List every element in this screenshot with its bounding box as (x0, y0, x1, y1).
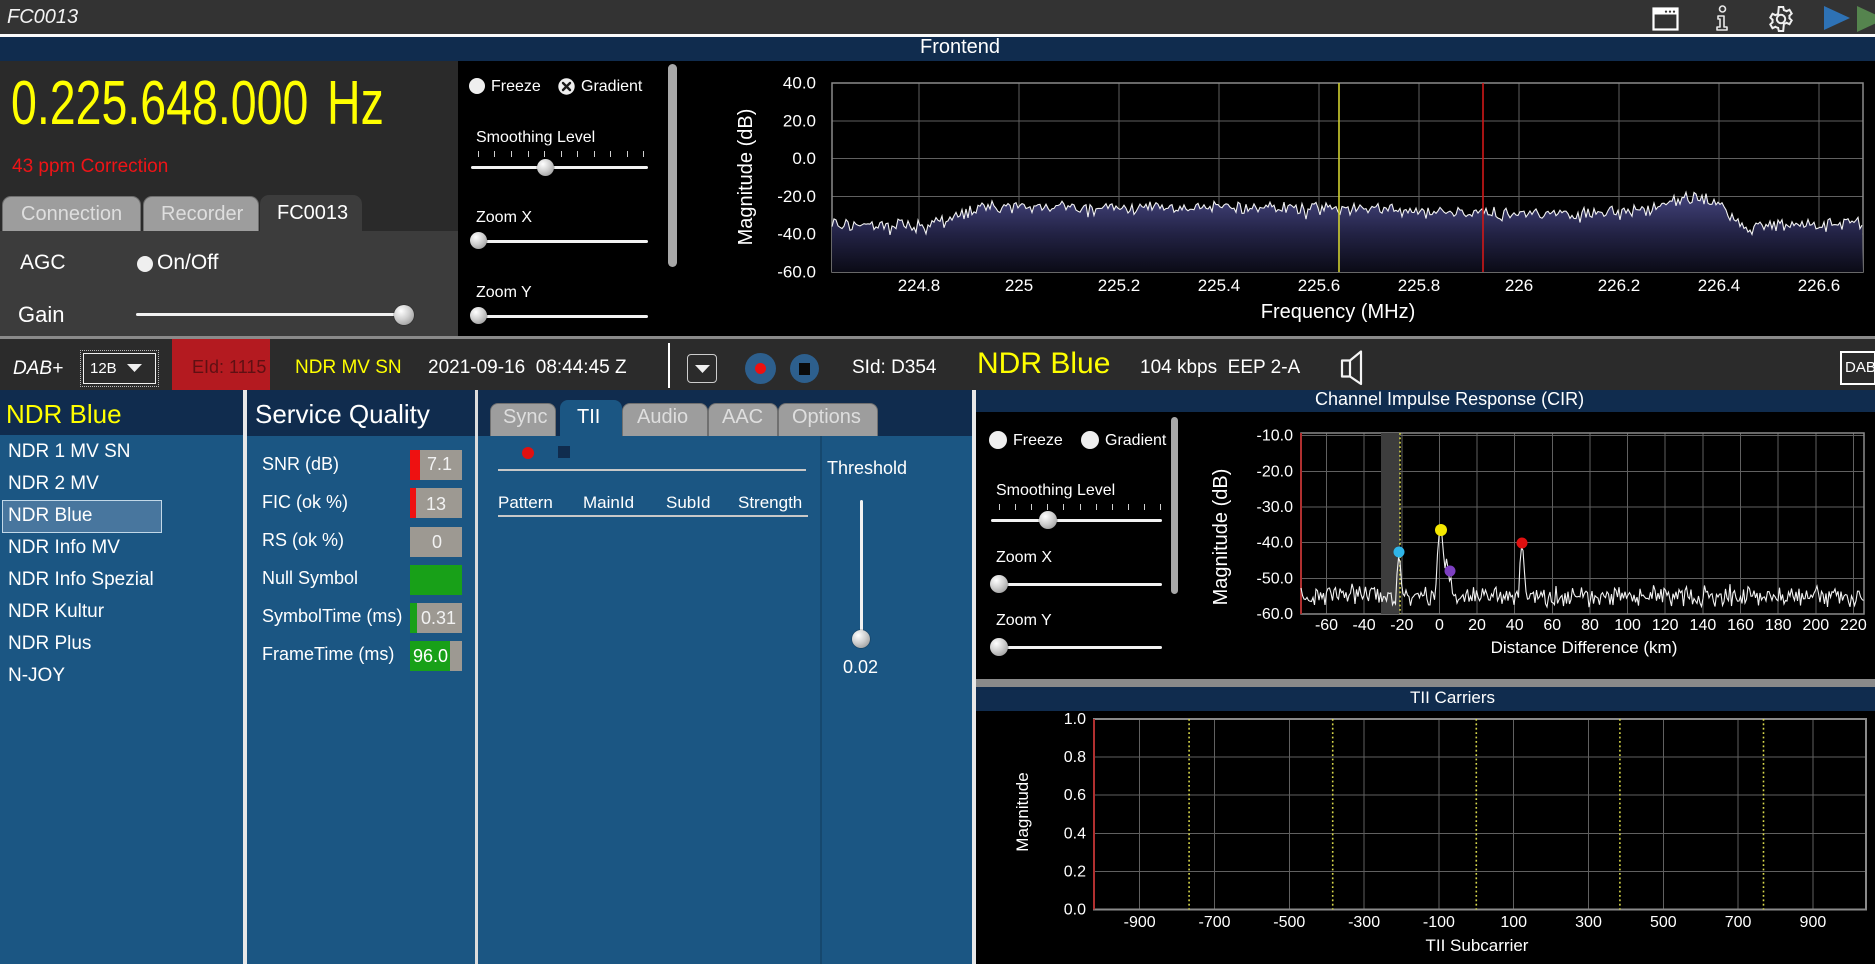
svg-text:220: 220 (1840, 617, 1867, 634)
svg-text:40: 40 (1506, 617, 1524, 634)
svg-text:60: 60 (1543, 617, 1561, 634)
svg-text:100: 100 (1500, 914, 1527, 931)
svg-text:140: 140 (1690, 617, 1717, 634)
svg-text:-40: -40 (1353, 617, 1376, 634)
svg-text:-30.0: -30.0 (1257, 499, 1294, 516)
svg-text:-60: -60 (1315, 617, 1338, 634)
svg-text:200: 200 (1802, 617, 1829, 634)
svg-text:Magnitude: Magnitude (1013, 772, 1032, 851)
svg-text:500: 500 (1650, 914, 1677, 931)
svg-text:0.2: 0.2 (1064, 863, 1086, 880)
svg-text:900: 900 (1800, 914, 1827, 931)
svg-text:Distance Difference (km): Distance Difference (km) (1491, 638, 1678, 657)
svg-text:0.8: 0.8 (1064, 749, 1086, 766)
svg-text:0: 0 (1435, 617, 1444, 634)
svg-text:-20: -20 (1390, 617, 1413, 634)
svg-text:1.0: 1.0 (1064, 711, 1086, 728)
svg-text:20: 20 (1468, 617, 1486, 634)
svg-text:Magnitude (dB): Magnitude (dB) (1210, 469, 1232, 606)
svg-text:160: 160 (1727, 617, 1754, 634)
svg-text:0.0: 0.0 (1064, 902, 1086, 919)
svg-text:-10.0: -10.0 (1257, 428, 1294, 445)
svg-text:700: 700 (1725, 914, 1752, 931)
svg-text:-60.0: -60.0 (1257, 606, 1294, 623)
svg-text:TII Subcarrier: TII Subcarrier (1426, 936, 1529, 955)
svg-text:120: 120 (1652, 617, 1679, 634)
svg-text:-100: -100 (1423, 914, 1455, 931)
svg-text:-50.0: -50.0 (1257, 570, 1294, 587)
svg-text:-300: -300 (1348, 914, 1380, 931)
svg-text:-20.0: -20.0 (1257, 463, 1294, 480)
svg-text:-900: -900 (1124, 914, 1156, 931)
svg-text:300: 300 (1575, 914, 1602, 931)
svg-text:-40.0: -40.0 (1257, 535, 1294, 552)
svg-text:180: 180 (1765, 617, 1792, 634)
svg-text:0.4: 0.4 (1064, 825, 1086, 842)
svg-text:100: 100 (1614, 617, 1641, 634)
svg-text:-500: -500 (1273, 914, 1305, 931)
svg-text:-700: -700 (1198, 914, 1230, 931)
svg-text:0.6: 0.6 (1064, 787, 1086, 804)
svg-text:80: 80 (1581, 617, 1599, 634)
